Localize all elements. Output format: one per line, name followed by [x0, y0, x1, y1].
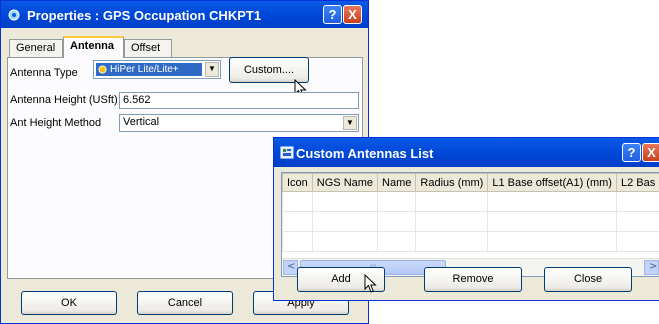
- antenna-icon: [98, 65, 107, 74]
- help-button[interactable]: ?: [323, 5, 342, 24]
- list-close-button[interactable]: X: [642, 143, 659, 162]
- chevron-right-icon: >: [649, 261, 658, 272]
- antenna-type-value: HiPer Lite/Lite+: [110, 64, 179, 75]
- custom-antennas-grid[interactable]: Icon NGS Name Name Radius (mm) L1 Base o…: [281, 172, 659, 277]
- scroll-right-button[interactable]: >: [644, 260, 659, 275]
- antenna-height-input[interactable]: 6.562: [119, 92, 359, 109]
- custom-antennas-window: Custom Antennas List ? X Icon NGS Name N…: [273, 137, 659, 301]
- help-icon: ?: [627, 145, 636, 160]
- tab-antenna[interactable]: Antenna: [63, 36, 124, 58]
- close-list-button[interactable]: Close: [544, 267, 632, 292]
- scroll-left-button[interactable]: <: [283, 260, 298, 275]
- chevron-down-icon[interactable]: ▼: [343, 116, 357, 130]
- antenna-type-selected: HiPer Lite/Lite+: [96, 63, 202, 76]
- chevron-down-icon[interactable]: ▼: [205, 62, 219, 77]
- properties-icon: [8, 9, 20, 21]
- cancel-button[interactable]: Cancel: [137, 291, 233, 315]
- ant-height-method-value: Vertical: [123, 116, 160, 128]
- tab-general[interactable]: General: [9, 39, 63, 57]
- chevron-left-icon: <: [287, 261, 296, 272]
- help-icon: ?: [328, 7, 337, 22]
- mouse-cursor-icon: [364, 274, 377, 293]
- table-header-row: Icon NGS Name Name Radius (mm) L1 Base o…: [282, 173, 659, 192]
- column-header-radius[interactable]: Radius (mm): [415, 173, 489, 192]
- ant-height-method-dropdown[interactable]: Vertical ▼: [119, 114, 359, 132]
- close-button[interactable]: X: [343, 5, 362, 24]
- antenna-type-label: Antenna Type: [10, 67, 78, 79]
- antenna-height-label: Antenna Height (USft): [10, 94, 118, 106]
- tab-offset[interactable]: Offset: [124, 39, 172, 57]
- remove-button[interactable]: Remove: [424, 267, 522, 292]
- column-header-l1-base-offset[interactable]: L1 Base offset(A1) (mm): [487, 173, 617, 192]
- ok-button[interactable]: OK: [21, 291, 117, 315]
- close-icon: X: [348, 7, 357, 22]
- column-header-l2-base[interactable]: L2 Bas: [615, 173, 659, 192]
- antenna-list-icon: [280, 146, 294, 159]
- ant-height-method-label: Ant Height Method: [10, 117, 102, 129]
- antennas-table: Icon NGS Name Name Radius (mm) L1 Base o…: [282, 173, 659, 252]
- custom-antennas-title: Custom Antennas List: [296, 146, 434, 161]
- antenna-type-dropdown[interactable]: HiPer Lite/Lite+ ▼: [93, 60, 221, 79]
- close-icon: X: [647, 145, 656, 160]
- column-header-ngs-name[interactable]: NGS Name: [311, 173, 379, 192]
- properties-title-bar[interactable]: Properties : GPS Occupation CHKPT1 ? X: [1, 1, 368, 28]
- column-header-icon[interactable]: Icon: [282, 173, 313, 192]
- list-help-button[interactable]: ?: [622, 143, 641, 162]
- properties-title: Properties : GPS Occupation CHKPT1: [27, 8, 262, 23]
- custom-antennas-title-bar[interactable]: Custom Antennas List ? X: [274, 138, 659, 167]
- column-header-name[interactable]: Name: [377, 173, 417, 192]
- table-row[interactable]: [282, 211, 659, 232]
- table-row[interactable]: [282, 191, 659, 212]
- table-row[interactable]: [282, 231, 659, 252]
